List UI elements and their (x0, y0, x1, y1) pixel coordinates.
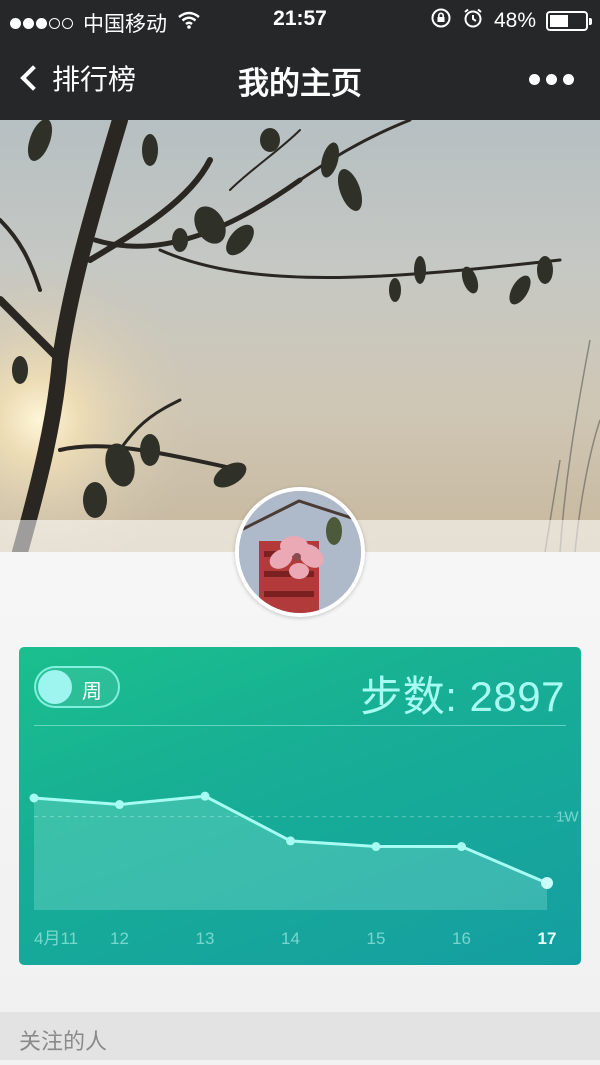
data-point[interactable] (371, 842, 381, 852)
x-tick-label: 15 (367, 929, 386, 948)
data-point[interactable] (541, 876, 553, 889)
navigation-bar: 排行榜 我的主页 (0, 40, 600, 120)
toggle-knob (38, 670, 72, 704)
status-bar: 中国移动 21:57 48% (0, 0, 600, 40)
more-dot (546, 74, 557, 85)
avatar[interactable] (235, 487, 365, 617)
battery-fill (550, 15, 569, 27)
card-divider (34, 725, 566, 726)
period-toggle-label: 周 (82, 679, 102, 703)
top-bar: 中国移动 21:57 48% 排行榜 我的主页 (0, 0, 600, 120)
reference-label: 1W (556, 809, 579, 826)
page-title: 我的主页 (238, 66, 362, 102)
chart-area-fill (34, 796, 547, 910)
data-point[interactable] (286, 836, 295, 846)
period-toggle[interactable]: 周 (34, 666, 120, 708)
following-section-header: 关注的人 (0, 1012, 600, 1060)
x-tick-label: 14 (281, 929, 300, 948)
data-point[interactable] (200, 791, 210, 801)
data-point[interactable] (115, 800, 124, 810)
data-point[interactable] (29, 793, 39, 803)
battery-icon (546, 11, 592, 31)
x-tick-label: 17 (538, 929, 557, 948)
more-button[interactable] (529, 74, 574, 85)
data-point[interactable] (457, 842, 466, 852)
section-title: 关注的人 (19, 1030, 108, 1055)
x-tick-label: 4月11 (34, 929, 78, 948)
more-dot (529, 74, 540, 85)
step-card: 1W 4月11 12 13 14 15 16 17 周 步数: 2897 (19, 647, 581, 965)
x-tick-label: 12 (110, 929, 129, 948)
alarm-icon (462, 7, 484, 35)
more-dot (563, 74, 574, 85)
x-tick-label: 13 (196, 929, 215, 948)
step-count: 步数: 2897 (360, 673, 565, 720)
rotation-lock-icon (430, 7, 452, 35)
x-tick-label: 16 (452, 929, 471, 948)
battery-percent: 48% (493, 9, 536, 32)
